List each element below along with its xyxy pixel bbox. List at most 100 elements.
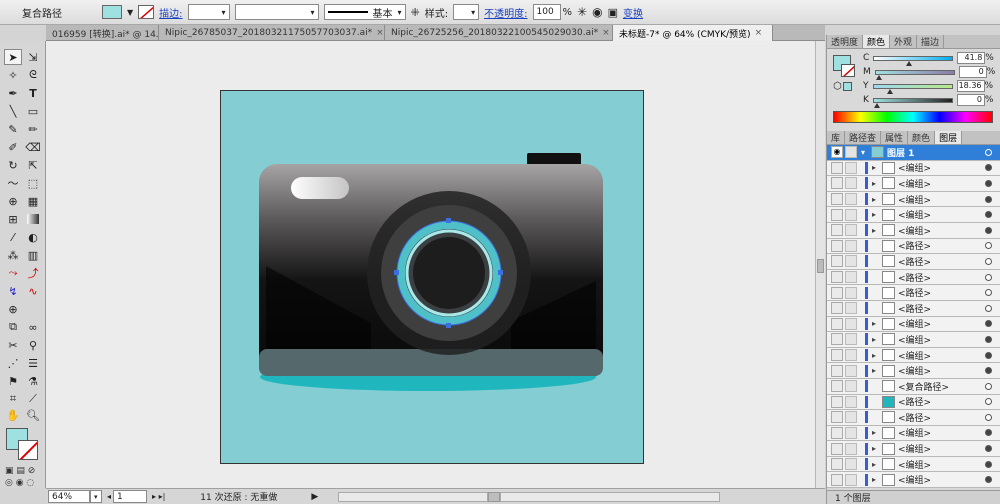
lock-toggle[interactable]: [845, 146, 857, 159]
sublayer-row[interactable]: ▸ <编组>: [827, 472, 1000, 489]
lock-toggle[interactable]: [845, 411, 857, 424]
k-value[interactable]: 0: [956, 94, 985, 106]
target-circle-icon[interactable]: [985, 273, 992, 281]
stroke-label[interactable]: 描边:: [159, 5, 182, 20]
expand-icon[interactable]: ▸: [872, 366, 882, 375]
shape-builder-icon[interactable]: ⊕: [4, 193, 22, 209]
vertical-scrollbar[interactable]: [815, 41, 825, 488]
knife-2-icon[interactable]: ⟋: [24, 391, 42, 407]
spectrum-bar[interactable]: [833, 111, 993, 123]
artboard-select[interactable]: 1: [113, 490, 148, 503]
target-circle-icon[interactable]: [985, 367, 992, 375]
target-circle-icon[interactable]: [985, 242, 992, 250]
reshape-icon[interactable]: ⤳: [4, 265, 22, 281]
lock-toggle[interactable]: [845, 458, 857, 471]
slider-y[interactable]: [872, 83, 953, 94]
sublayer-row[interactable]: <路径>: [827, 238, 1000, 255]
visibility-toggle[interactable]: [831, 161, 843, 174]
sublayer-row[interactable]: <路径>: [827, 394, 1000, 411]
list-icon[interactable]: ☰: [24, 355, 42, 371]
visibility-toggle[interactable]: [831, 286, 843, 299]
scissors-curve-icon[interactable]: ∿: [24, 283, 42, 299]
sublayer-row[interactable]: ▸ <编组>: [827, 191, 1000, 208]
direct-selection-icon[interactable]: ⇲: [24, 49, 42, 65]
tab-transparency[interactable]: 透明度: [827, 35, 864, 48]
live-paint-icon[interactable]: ⚗: [24, 373, 42, 389]
target-circle-icon[interactable]: [985, 445, 992, 453]
target-icon[interactable]: ⊕: [4, 301, 22, 317]
warp-icon[interactable]: 〜: [4, 175, 22, 191]
visibility-toggle[interactable]: [831, 333, 843, 346]
tab-attributes[interactable]: 属性: [881, 131, 909, 144]
visibility-toggle[interactable]: [831, 364, 843, 377]
gradient-icon[interactable]: [27, 214, 39, 224]
knife-icon[interactable]: ✂: [4, 337, 22, 353]
lock-toggle[interactable]: [845, 193, 857, 206]
expand-icon[interactable]: ▸: [872, 163, 882, 172]
sublayer-row[interactable]: ▸ <编组>: [827, 332, 1000, 348]
magic-wand-icon[interactable]: ✧: [4, 67, 22, 83]
target-circle-icon[interactable]: [985, 320, 992, 328]
transform-link[interactable]: 变换: [623, 5, 643, 20]
expand-icon[interactable]: ▾: [861, 148, 871, 157]
lock-toggle[interactable]: [845, 473, 857, 486]
target-circle-icon[interactable]: [985, 351, 992, 359]
eraser-icon[interactable]: ⌫: [24, 139, 42, 155]
stroke-swatch-large[interactable]: [18, 440, 38, 460]
tab-library[interactable]: 库: [827, 131, 846, 144]
anchor-point[interactable]: [498, 270, 503, 275]
slider-marker-icon[interactable]: [875, 74, 882, 80]
visibility-toggle[interactable]: [831, 442, 843, 455]
zoom-icon[interactable]: 🔍︎: [24, 407, 42, 423]
lasso-icon[interactable]: ᘓ: [24, 67, 42, 83]
target-circle-icon[interactable]: [985, 476, 992, 484]
slider-k[interactable]: [872, 97, 953, 108]
tab-4[interactable]: 未标题-7* @ 64% (CMYK/预览) ×: [613, 25, 773, 41]
slider-marker-icon[interactable]: [906, 60, 913, 66]
eye-icon[interactable]: ◉: [831, 146, 843, 159]
scale-icon[interactable]: ⇱: [24, 157, 42, 173]
sublayer-row[interactable]: <路径>: [827, 285, 1000, 301]
stroke-swatch[interactable]: [138, 5, 155, 19]
type-tool-icon[interactable]: T: [24, 85, 42, 101]
stroke-weight-input[interactable]: ▾: [187, 4, 230, 20]
sublayer-row[interactable]: ▸ <编组>: [827, 176, 1000, 192]
paintbrush-icon[interactable]: ✎: [4, 121, 22, 137]
target-circle-icon[interactable]: [985, 413, 992, 421]
lock-toggle[interactable]: [845, 286, 857, 299]
visibility-toggle[interactable]: [831, 317, 843, 330]
lock-toggle[interactable]: [845, 177, 857, 190]
target-circle-icon[interactable]: [985, 460, 992, 468]
expand-icon[interactable]: ▸: [872, 444, 882, 453]
graph-tool-icon[interactable]: ▥: [24, 247, 42, 263]
close-icon[interactable]: ×: [755, 28, 763, 38]
target-circle-icon[interactable]: [985, 226, 992, 234]
expand-icon[interactable]: ▸: [872, 210, 882, 219]
zoom-dropdown[interactable]: ▾: [90, 490, 102, 503]
anchor-point[interactable]: [446, 218, 451, 223]
tab-pathfinder[interactable]: 路径查: [845, 131, 882, 144]
opacity-input[interactable]: 100: [532, 4, 561, 20]
document-canvas[interactable]: [46, 41, 815, 488]
lock-toggle[interactable]: [845, 271, 857, 284]
sublayer-row[interactable]: <复合路径>: [827, 378, 1000, 395]
target-circle-icon[interactable]: [985, 195, 992, 203]
eyedropper-2-icon[interactable]: ⚑: [4, 373, 22, 389]
lock-toggle[interactable]: [845, 161, 857, 174]
lock-toggle[interactable]: [845, 302, 857, 315]
sublayer-row[interactable]: <路径>: [827, 300, 1000, 317]
artboard[interactable]: [220, 90, 644, 464]
tab-1[interactable]: 016959 [转换].ai* @ 14...: [46, 25, 159, 41]
lock-toggle[interactable]: [845, 395, 857, 408]
c-value[interactable]: 41.8: [957, 52, 986, 64]
lock-toggle[interactable]: [845, 239, 857, 252]
lock-toggle[interactable]: [845, 224, 857, 237]
visibility-toggle[interactable]: [831, 177, 843, 190]
recolor-icon[interactable]: ✳: [577, 5, 587, 19]
rotate-icon[interactable]: ↻: [4, 157, 22, 173]
lock-toggle[interactable]: [845, 255, 857, 268]
fill-dropdown[interactable]: ▼: [127, 8, 133, 17]
target-circle-icon[interactable]: [985, 398, 992, 406]
line-tool-icon[interactable]: ╲: [4, 103, 22, 119]
visibility-toggle[interactable]: [831, 271, 843, 284]
